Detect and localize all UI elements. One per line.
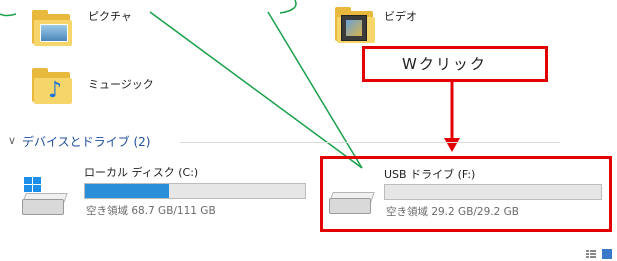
pictures-folder-label[interactable]: ピクチャ [88, 8, 132, 24]
hard-drive-icon[interactable] [18, 175, 70, 215]
drive-c-space: 空き領域 68.7 GB/111 GB [86, 205, 216, 217]
music-folder-icon[interactable]: ♪ [32, 66, 76, 108]
callout-text: Wクリック [402, 55, 487, 73]
large-icons-view-icon[interactable] [602, 249, 612, 259]
drive-c-usage-bar [84, 183, 306, 199]
details-view-icon[interactable] [586, 250, 596, 258]
windows-logo-icon [24, 177, 42, 193]
music-folder-label[interactable]: ミュージック [88, 76, 154, 92]
usb-highlight-box [320, 156, 612, 232]
pictures-folder-icon[interactable] [32, 8, 76, 50]
videos-folder-label[interactable]: ビデオ [384, 8, 417, 24]
drive-c-usage-fill [85, 184, 169, 198]
videos-folder-icon[interactable] [335, 5, 379, 47]
section-title[interactable]: デバイスとドライブ (2) [22, 133, 150, 150]
section-divider [180, 142, 560, 143]
drive-c-name[interactable]: ローカル ディスク (C:) [84, 164, 198, 180]
chevron-down-icon[interactable]: ∨ [8, 134, 16, 147]
